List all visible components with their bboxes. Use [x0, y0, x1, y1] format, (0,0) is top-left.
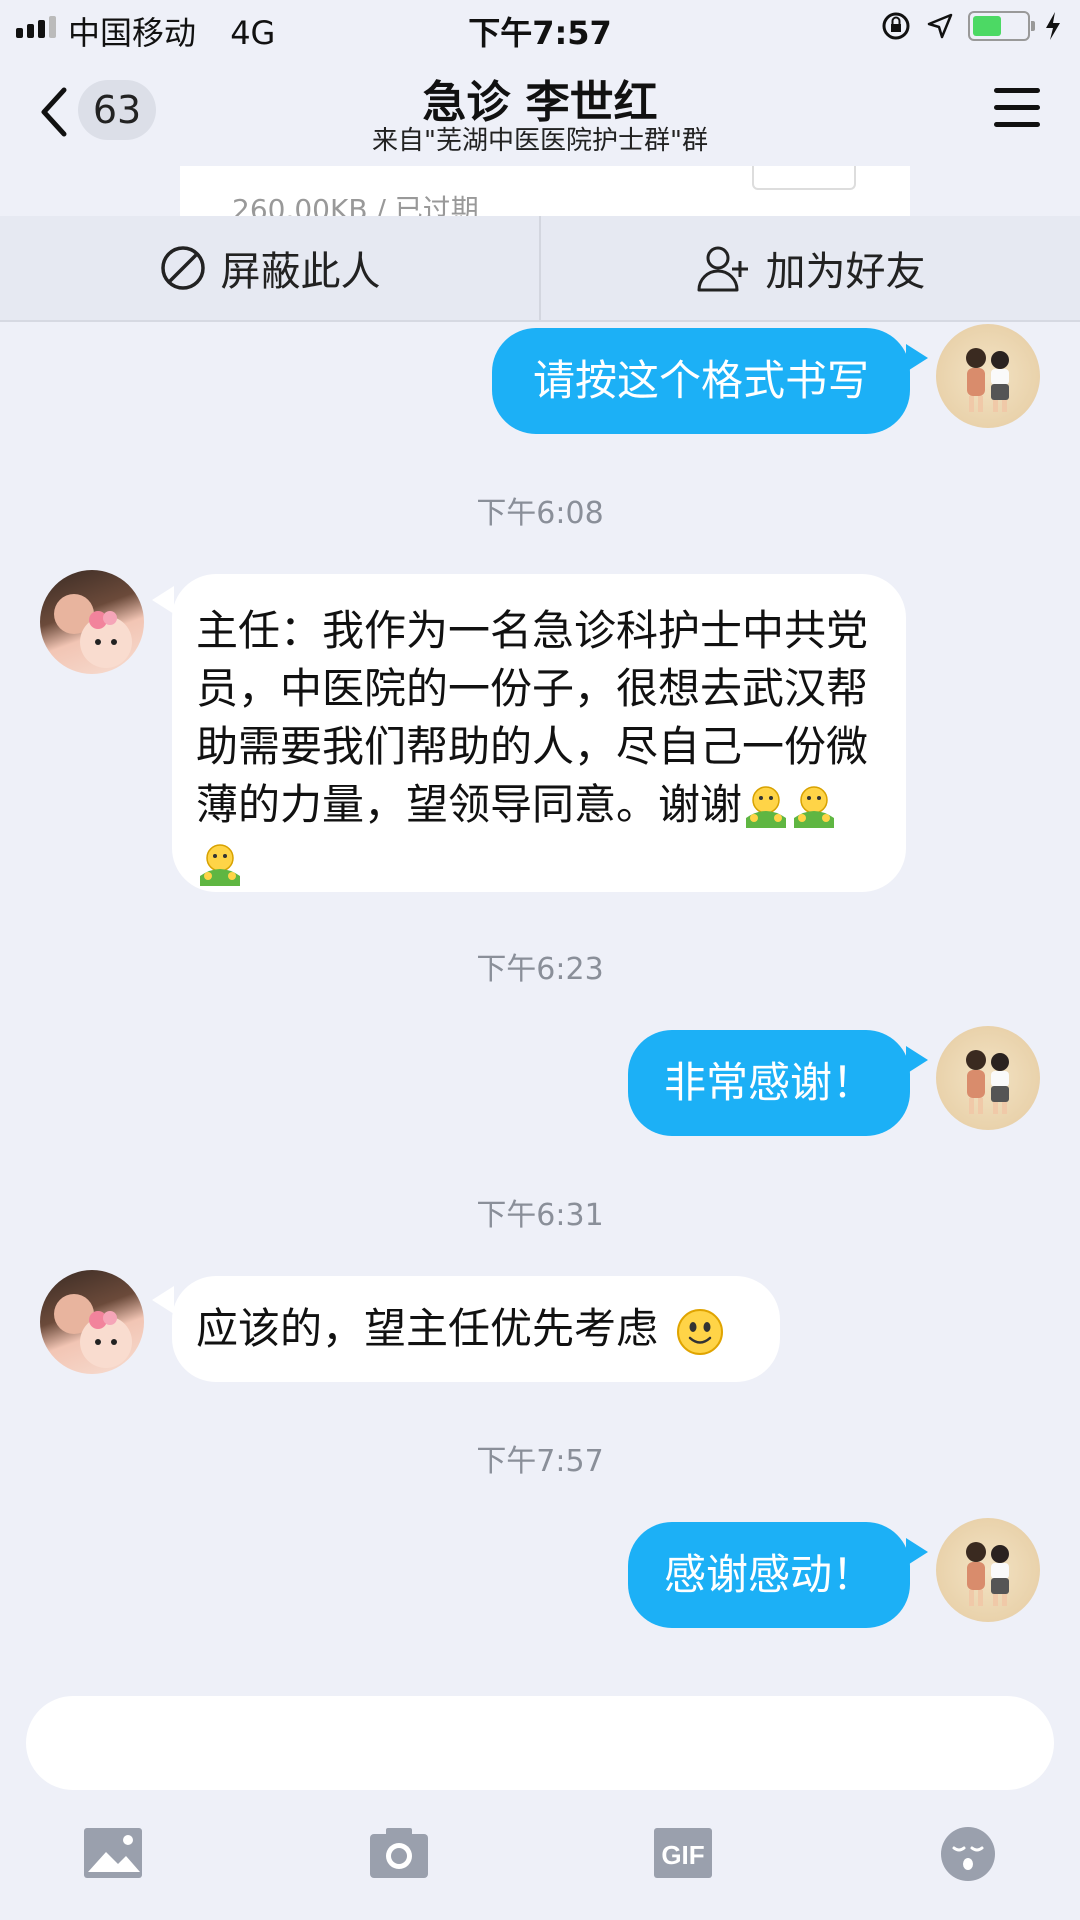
message-timestamp: 下午7:57 — [476, 1444, 604, 1479]
avatar[interactable] — [936, 1518, 1040, 1622]
message-bubble-incoming[interactable]: 应该的，望主任优先考虑 — [172, 1276, 780, 1382]
smile-emoji-icon — [677, 1308, 724, 1355]
file-meta: 260.00KB / 已过期 — [232, 193, 479, 216]
avatar[interactable] — [936, 324, 1040, 428]
avatar-kids-icon — [966, 1050, 1009, 1114]
message-text: 应该的，望主任优先考虑 — [196, 1304, 659, 1353]
message-text: 感谢感动！ — [663, 1550, 874, 1599]
message-bubble-outgoing[interactable]: 非常感谢！ — [628, 1030, 910, 1136]
hug-emoji-icon — [200, 843, 240, 886]
emoji-face-icon[interactable] — [940, 1826, 996, 1882]
avatar-mom-baby-icon — [54, 594, 132, 668]
bubble-tail — [152, 1286, 174, 1314]
status-bar: 中国移动 4G 下午7:57 — [0, 0, 1080, 54]
menu-icon[interactable] — [994, 88, 1040, 128]
message-timestamp: 下午6:31 — [476, 1198, 604, 1233]
stranger-action-bar: 屏蔽此人 加为好友 — [0, 216, 1080, 322]
charging-bolt-icon — [1046, 12, 1060, 40]
avatar-kids-icon — [966, 348, 1009, 412]
bubble-tail — [906, 1538, 928, 1566]
avatar[interactable] — [936, 1026, 1040, 1130]
gif-icon[interactable]: GIF — [652, 1826, 714, 1880]
add-friend-button[interactable]: 加为好友 — [541, 216, 1080, 320]
bubble-tail — [152, 586, 174, 614]
chat-header: 63 急诊 李世红 来自"芜湖中医医院护士群"群 — [0, 54, 1080, 166]
block-icon — [160, 246, 205, 290]
chat-subtitle: 来自"芜湖中医医院护士群"群 — [372, 126, 708, 156]
add-user-icon — [697, 246, 748, 292]
file-card[interactable]: 260.00KB / 已过期 — [180, 166, 910, 216]
avatar-mom-baby-icon — [54, 1294, 132, 1368]
bubble-tail — [906, 344, 928, 372]
message-timestamp: 下午6:23 — [476, 952, 604, 987]
message-timestamp: 下午6:08 — [476, 496, 604, 531]
message-text: 请按这个格式书写 — [532, 356, 869, 405]
image-icon[interactable] — [82, 1826, 144, 1880]
hug-emoji-icon — [746, 785, 787, 828]
avatar[interactable] — [40, 570, 144, 674]
gif-label: GIF — [661, 1840, 704, 1870]
hug-emoji-icon — [794, 785, 835, 828]
battery-icon — [968, 11, 1035, 41]
message-bubble-outgoing[interactable]: 请按这个格式书写 — [492, 328, 910, 434]
location-arrow-icon — [927, 13, 953, 39]
message-bubble-outgoing[interactable]: 感谢感动！ — [628, 1522, 910, 1628]
bubble-tail — [906, 1046, 928, 1074]
message-text: 非常感谢！ — [663, 1058, 874, 1107]
message-bubble-incoming[interactable]: 主任：我作为一名急诊科护士中共党员，中医院的一份子，很想去武汉帮助需要我们帮助的… — [172, 574, 906, 892]
orientation-lock-icon — [882, 12, 910, 40]
block-user-label: 屏蔽此人 — [220, 249, 381, 295]
block-user-button[interactable]: 屏蔽此人 — [0, 216, 539, 320]
camera-icon[interactable] — [368, 1826, 430, 1880]
message-input[interactable] — [26, 1696, 1054, 1790]
file-action-button[interactable] — [752, 166, 856, 190]
avatar-kids-icon — [966, 1542, 1009, 1606]
avatar[interactable] — [40, 1270, 144, 1374]
add-friend-label: 加为好友 — [765, 249, 926, 295]
